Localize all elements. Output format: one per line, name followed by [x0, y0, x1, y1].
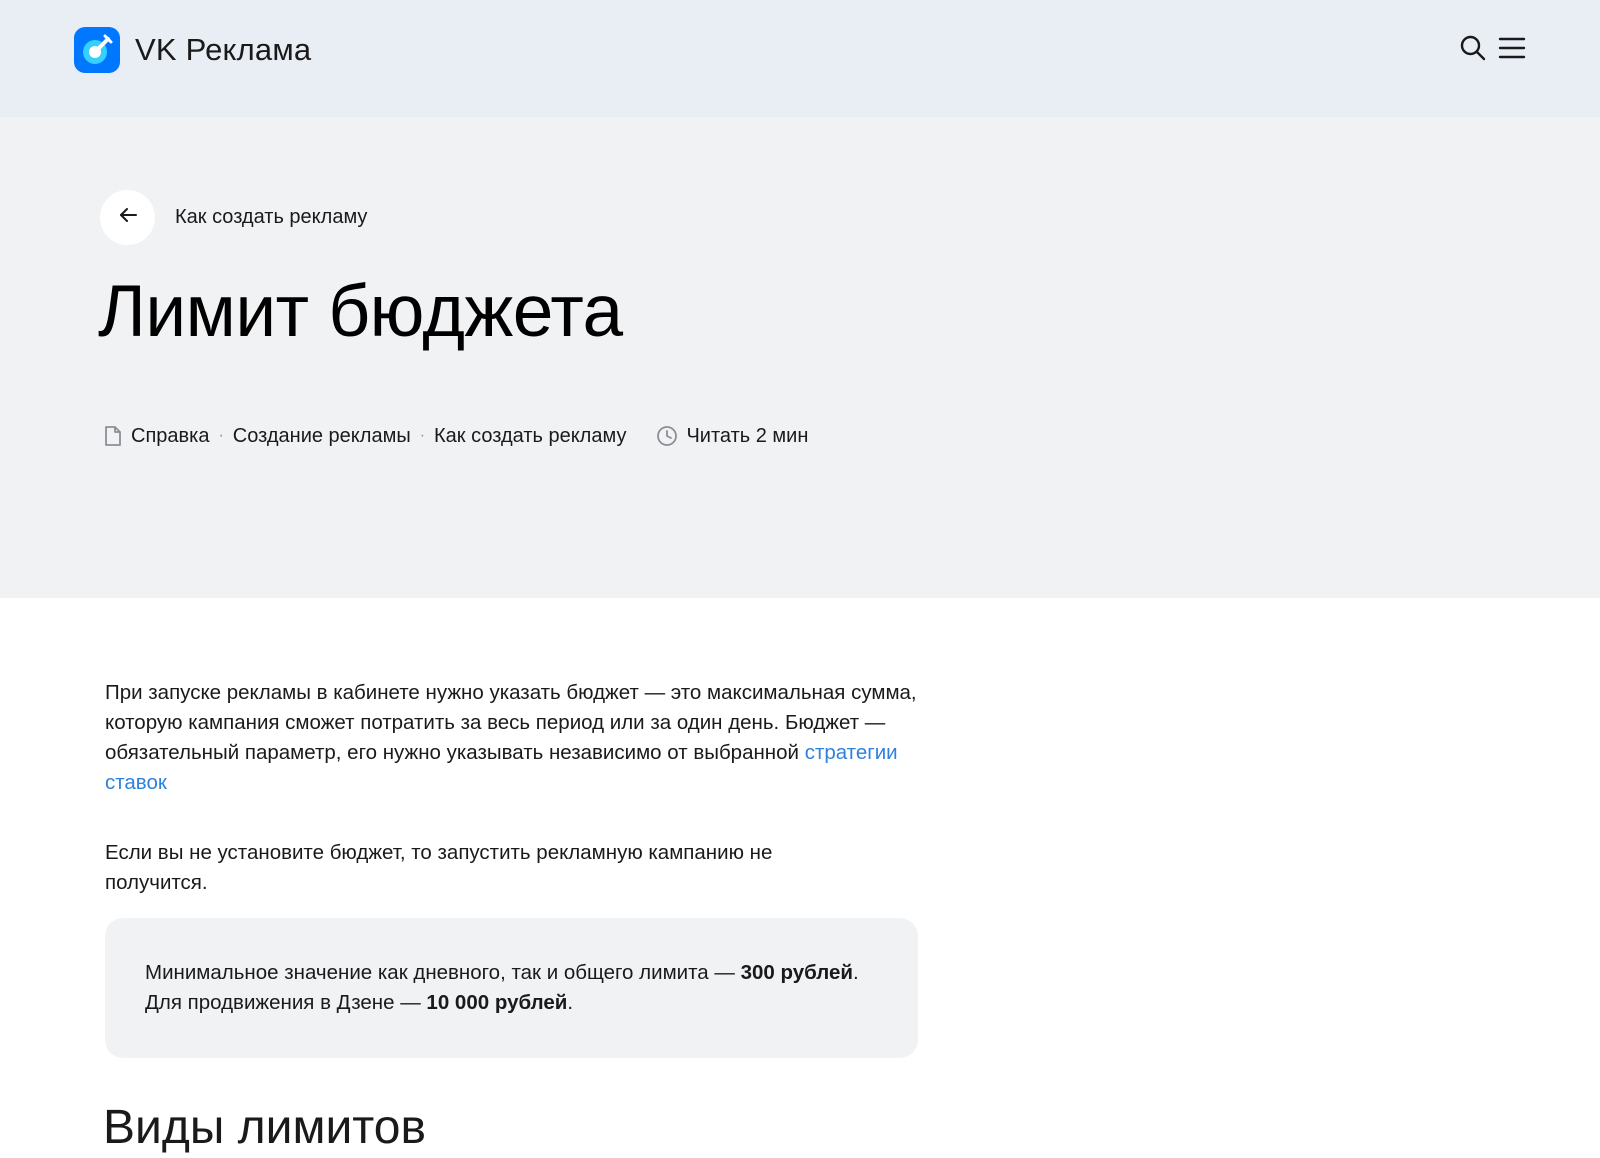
breadcrumb-item-how-to-create[interactable]: Как создать рекламу	[434, 423, 626, 449]
back-button[interactable]	[100, 190, 155, 245]
budget-required-paragraph: Если вы не установите бюджет, то запусти…	[105, 841, 773, 894]
site-header: VK Реклама	[0, 0, 1600, 117]
menu-icon	[1498, 36, 1526, 65]
arrow-left-icon	[117, 204, 139, 231]
minimum-limit-note: Минимальное значение как дневного, так и…	[105, 918, 918, 1058]
document-icon	[104, 425, 122, 447]
section-heading-limit-types: Виды лимитов	[103, 1101, 426, 1154]
page-title: Лимит бюджета	[98, 271, 623, 352]
back-link[interactable]: Как создать рекламу	[175, 204, 367, 230]
search-icon	[1459, 34, 1487, 67]
breadcrumb-item-help[interactable]: Справка	[131, 423, 209, 449]
brand-name[interactable]: VK Реклама	[135, 30, 311, 70]
breadcrumb-separator: ·	[218, 427, 224, 444]
article-hero: Как создать рекламу Лимит бюджета Справк…	[0, 117, 1600, 598]
note-text: Минимальное значение как дневного, так и…	[145, 958, 878, 1018]
vk-ads-logo-icon[interactable]	[74, 27, 120, 73]
breadcrumb-separator: ·	[419, 427, 426, 444]
intro-paragraph: При запуске рекламы в кабинете нужно ука…	[105, 678, 925, 798]
note-dzen-amount: 10 000 рублей	[426, 991, 568, 1014]
breadcrumb: Справка · Создание рекламы · Как создать…	[104, 423, 808, 449]
search-button[interactable]	[1455, 32, 1491, 68]
note-min-amount: 300 рублей	[740, 961, 854, 984]
clock-icon	[656, 425, 678, 447]
menu-button[interactable]	[1494, 32, 1530, 68]
breadcrumb-item-ad-creation[interactable]: Создание рекламы	[233, 423, 411, 449]
read-time: Читать 2 мин	[686, 425, 809, 447]
note-text-part: Минимальное значение как дневного, так и…	[145, 961, 741, 984]
intro-text: При запуске рекламы в кабинете нужно ука…	[105, 681, 917, 764]
article-intro: При запуске рекламы в кабинете нужно ука…	[105, 678, 925, 798]
note-text-part: .	[567, 991, 574, 1014]
